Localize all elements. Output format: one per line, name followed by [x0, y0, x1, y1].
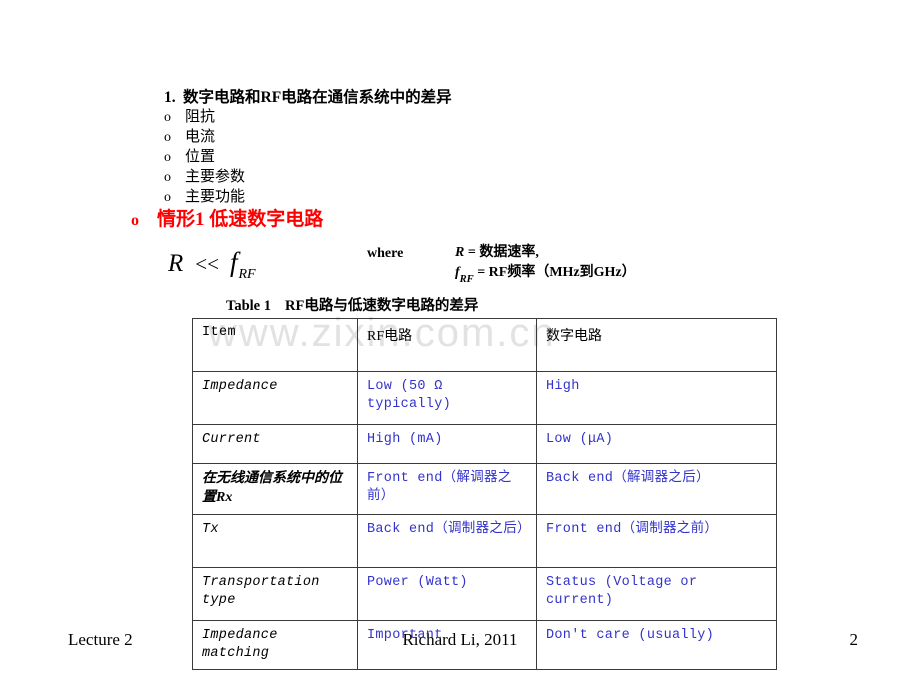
column-header-item: Item	[192, 318, 358, 372]
table-row: 在无线通信系统中的位置Rx Front end（解调器之前） Back end（…	[192, 463, 777, 515]
table-row: Impedance Low (50 Ω typically) High	[192, 371, 777, 425]
bullet-glyph-icon: o	[164, 130, 171, 146]
outline-title: 1. 数字电路和RF电路在通信系统中的差异	[164, 88, 804, 107]
table-row: Impedance matching Important Don't care …	[192, 619, 777, 671]
row-rf-value: Front end（解调器之前）	[357, 463, 537, 515]
outline-title-text: 数字电路和RF电路在通信系统中的差异	[183, 89, 452, 106]
row-digital-value: Status (Voltage or current)	[536, 566, 777, 621]
row-rf-value: High (mA)	[357, 424, 537, 464]
row-digital-value: Low (μA)	[536, 424, 777, 464]
outline-sub-label: 位置	[185, 149, 216, 166]
row-item-label: Current	[192, 424, 358, 464]
table-row: Transportation type Power (Watt) Status …	[192, 566, 777, 621]
outline-sub-label: 阻抗	[185, 109, 216, 126]
outline-sub-label: 电流	[185, 129, 216, 146]
formula-lhs: R	[168, 250, 184, 277]
bullet-glyph-icon: o	[164, 150, 171, 166]
outline-sub-label: 主要参数	[185, 169, 246, 186]
outline-number: 1.	[164, 89, 176, 106]
outline-sub-item-2: o 位置	[164, 148, 804, 168]
bullet-glyph-icon: o	[164, 170, 171, 186]
formula-definition-0: R = 数据速率,	[455, 243, 636, 263]
column-header-digital: 数字电路	[536, 318, 777, 372]
outline-block: 1. 数字电路和RF电路在通信系统中的差异 o 阻抗 o 电流 o 位置 o 主要参数 o…	[164, 88, 804, 208]
comparison-table: Item RF电路 数字电路 Impedance Low (50 Ω typic…	[192, 318, 777, 671]
table-caption-label: Table 1	[226, 298, 271, 314]
row-rf-value: Back end（调制器之后）	[357, 513, 537, 568]
formula-operator: <<	[195, 252, 219, 276]
outline-sub-list: o 阻抗 o 电流 o 位置 o 主要参数 o 主要功能	[164, 108, 804, 208]
formula-definitions: R = 数据速率, fRF = RF频率（MHz到GHz）	[455, 243, 636, 285]
table-caption-title: RF电路与低速数字电路的差异	[285, 298, 479, 314]
table-row: Current High (mA) Low (μA)	[192, 424, 777, 464]
row-digital-value: Don't care (usually)	[536, 619, 777, 671]
definition-symbol: R	[455, 245, 465, 260]
definition-text: = 数据速率,	[464, 245, 539, 260]
column-header-rf: RF电路	[357, 318, 537, 372]
bullet-glyph-icon: o	[164, 190, 171, 206]
outline-sub-label: 主要功能	[185, 189, 246, 206]
row-digital-value: Front end（调制器之前）	[536, 513, 777, 568]
red-heading-text: 情形1 低速数字电路	[157, 209, 324, 230]
formula-where-label: where	[367, 246, 404, 261]
row-rf-value: Low (50 Ω typically)	[357, 371, 537, 425]
definition-symbol-subscript: RF	[459, 274, 474, 286]
slide-canvas: 1. 数字电路和RF电路在通信系统中的差异 o 阻抗 o 电流 o 位置 o 主要参数 o…	[0, 0, 920, 690]
row-item-label: 在无线通信系统中的位置Rx	[192, 463, 358, 515]
table-row: Tx Back end（调制器之后） Front end（调制器之前）	[192, 513, 777, 568]
row-rf-value: Power (Watt)	[357, 566, 537, 621]
comparison-table-container: Item RF电路 数字电路 Impedance Low (50 Ω typic…	[192, 318, 777, 671]
bullet-glyph-icon: o	[164, 110, 171, 126]
row-item-label: Impedance	[192, 371, 358, 425]
footer-page-number: 2	[849, 630, 859, 649]
row-item-label: Impedance matching	[192, 619, 358, 671]
formula-expression: R << fRF	[168, 247, 256, 283]
formula-rhs-subscript: RF	[238, 267, 256, 283]
outline-sub-item-1: o 电流	[164, 128, 804, 148]
table-caption: Table 1 RF电路与低速数字电路的差异	[226, 294, 478, 315]
row-digital-value: Back end（解调器之后）	[536, 463, 777, 515]
formula-definition-1: fRF = RF频率（MHz到GHz）	[455, 263, 636, 285]
outline-sub-item-3: o 主要参数	[164, 168, 804, 188]
red-heading: o 情形1 低速数字电路	[131, 209, 323, 232]
red-bullet-glyph-icon: o	[131, 212, 139, 229]
row-item-label: Transportation type	[192, 566, 358, 621]
definition-symbol: f	[455, 265, 460, 281]
table-header-row: Item RF电路 数字电路	[192, 318, 777, 372]
row-item-label: Tx	[192, 513, 358, 568]
outline-sub-item-4: o 主要功能	[164, 188, 804, 208]
formula-rhs-base: f	[229, 247, 238, 277]
definition-text: = RF频率（MHz到GHz）	[473, 265, 636, 281]
row-rf-value: Important	[357, 619, 537, 671]
row-digital-value: High	[536, 371, 777, 425]
outline-sub-item-0: o 阻抗	[164, 108, 804, 128]
